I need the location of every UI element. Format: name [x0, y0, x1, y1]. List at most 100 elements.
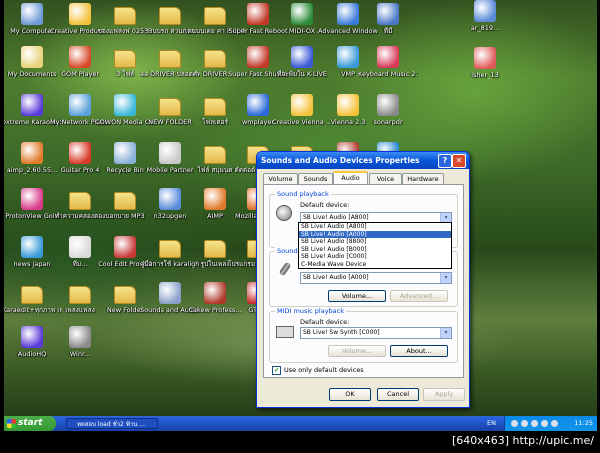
tab-sounds[interactable]: Sounds [298, 173, 333, 184]
help-button[interactable]: ? [438, 154, 452, 168]
midi-about-button[interactable]: About... [390, 345, 448, 357]
dropdown-option[interactable]: C-Media Wave Device [299, 261, 451, 269]
midi-device-value: SB Live! Sw Synth [C000] [303, 329, 380, 336]
creative-product-icon [69, 3, 91, 25]
dropdown-option[interactable]: SB Live! Audio [A000] [299, 230, 451, 238]
tab-volume[interactable]: Volume [263, 173, 298, 184]
recording-volume-button[interactable]: Volume... [328, 290, 386, 302]
dropdown-option[interactable]: SB Live! Audio [8800] [299, 238, 451, 246]
folder-icon [204, 7, 226, 25]
tray-app-icon[interactable] [541, 420, 548, 427]
folder-icon [204, 240, 226, 258]
checkmark-icon: ✔ [273, 367, 280, 374]
desktop-icon-label: sonarpdr [373, 118, 403, 126]
tray-volume-icon[interactable] [521, 420, 528, 427]
taskbar-item[interactable]: ทดสอบ load ชั่ว2 ฟ้าน ... [66, 418, 158, 429]
dropdown-option[interactable]: SB Live! Audio [B000] [299, 246, 451, 254]
desktop-icon[interactable]: ar_819... [455, 0, 515, 32]
mobile-partner-icon [159, 142, 181, 164]
my-documents-icon [21, 46, 43, 68]
app-icon [377, 3, 399, 25]
aimp-icon [21, 142, 43, 164]
system-tray: EN 11:25 [487, 416, 597, 431]
cancel-button[interactable]: Cancel [377, 388, 419, 401]
microphone-icon [278, 261, 292, 277]
desktop-icon[interactable]: isher_13 [455, 47, 515, 79]
midi-default-device-label: Default device: [300, 318, 350, 326]
language-indicator[interactable]: EN [487, 416, 496, 431]
speaker-icon [276, 205, 292, 221]
desktop-icon-label: Keyboard Music 2.4 [358, 70, 418, 78]
folder-icon [159, 240, 181, 258]
sounds-audio-devices-icon [159, 282, 181, 304]
tray-security-icon[interactable] [531, 420, 538, 427]
taskbar-clock[interactable]: 11:25 [574, 416, 593, 431]
aimp-icon [204, 188, 226, 210]
tab-voice[interactable]: Voice [369, 173, 402, 184]
dialog-titlebar[interactable]: Sounds and Audio Devices Properties ? ✕ [257, 152, 469, 169]
sounds-audio-devices-dialog: Sounds and Audio Devices Properties ? ✕ … [256, 151, 470, 408]
guitar-pro-icon [69, 142, 91, 164]
app-icon [69, 236, 91, 258]
n32upgen-icon [159, 188, 181, 210]
playback-default-device-label: Default device: [300, 201, 350, 209]
keyboard-music-icon [377, 46, 399, 68]
sound-recording-title: Sound [275, 247, 300, 255]
tab-hardware[interactable]: Hardware [402, 173, 444, 184]
desktop-icon-label: isher_13 [471, 71, 499, 79]
desktop-icon[interactable]: Winr... [50, 326, 110, 358]
dropdown-option[interactable]: SB Live! Audio [C000] [299, 253, 451, 261]
folder-icon [204, 146, 226, 164]
my-computer-icon [21, 3, 43, 25]
folder-icon [21, 286, 43, 304]
start-button[interactable]: start [4, 416, 56, 431]
partial-icon [474, 0, 496, 22]
extreme-karaoke-sql-icon [21, 94, 43, 116]
folder-icon [69, 286, 91, 304]
my-network-places-icon [69, 94, 91, 116]
midi-ox-icon [291, 3, 313, 25]
dropdown-option[interactable]: SB Live! Audio [A800] [299, 223, 451, 231]
playback-device-dropdown: SB Live! Audio [A800] SB Live! Audio [A00… [298, 222, 452, 269]
desktop-icon[interactable]: Keyboard Music 2.4 [358, 46, 418, 78]
tray-app-icon[interactable] [551, 420, 558, 427]
chevron-down-icon[interactable]: ▾ [440, 273, 451, 283]
tray-network-icon[interactable] [511, 420, 518, 427]
sonarpdr-icon [377, 94, 399, 116]
app-icon [474, 47, 496, 69]
ok-button[interactable]: OK [329, 388, 371, 401]
sound-playback-title: Sound playback [275, 190, 331, 198]
midi-device-select[interactable]: SB Live! Sw Synth [C000] ▾ [300, 327, 452, 339]
midi-playback-title: MIDI music playback [275, 307, 347, 315]
vienna-icon [337, 94, 359, 116]
close-button[interactable]: ✕ [452, 154, 466, 168]
cowon-media-center-icon [114, 94, 136, 116]
recording-device-value: SB Live! Audio [A000] [303, 274, 369, 281]
use-only-default-checkbox[interactable]: ✔ [272, 366, 281, 375]
folder-icon [114, 7, 136, 25]
audio-tab-panel: Sound playback Default device: SB Live! … [263, 184, 464, 378]
chevron-down-icon[interactable]: ▾ [440, 328, 451, 338]
wmplayer-icon [247, 94, 269, 116]
audiohq-icon [21, 326, 43, 348]
recording-advanced-button[interactable]: Advanced... [390, 290, 448, 302]
news-japan-icon [21, 236, 43, 258]
apply-button[interactable]: Apply [423, 388, 465, 401]
cool-edit-pro-icon [114, 236, 136, 258]
desktop-icon-label: ทีมี [383, 27, 393, 35]
recording-device-select[interactable]: SB Live! Audio [A000] ▾ [300, 272, 452, 284]
use-only-default-label: Use only default devices [284, 366, 364, 374]
midi-volume-button[interactable]: Volume... [328, 345, 386, 357]
cakewalk-pro-icon [204, 282, 226, 304]
start-label: start [18, 418, 43, 428]
playback-device-value: SB Live! Audio [A800] [303, 214, 369, 221]
desktop-icon[interactable]: ทีมี [358, 3, 418, 35]
vmp-icon [337, 46, 359, 68]
folder-icon [114, 192, 136, 210]
folder-icon [159, 50, 181, 68]
desktop-icon[interactable]: sonarpdr [358, 94, 418, 126]
creative-vienna-icon [291, 94, 313, 116]
midi-keyboard-icon [276, 326, 294, 338]
folder-icon [69, 192, 91, 210]
desktop-icon-label: Winr... [69, 350, 91, 358]
